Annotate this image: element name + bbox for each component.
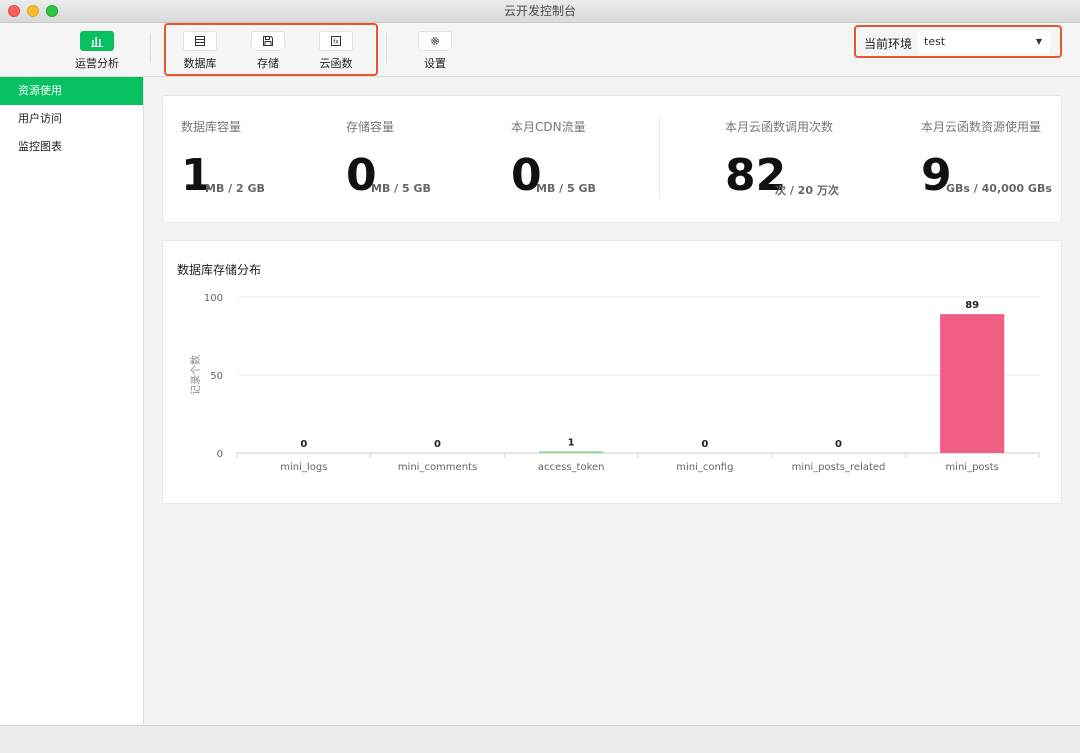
y-axis-label: 记录个数 bbox=[189, 355, 202, 395]
sidebar-item-label: 资源使用 bbox=[18, 84, 62, 97]
y-tick-label: 50 bbox=[210, 371, 223, 382]
chevron-down-icon: ▼ bbox=[1035, 37, 1042, 46]
sidebar-item-resource-usage[interactable]: 资源使用 bbox=[0, 77, 143, 105]
stat-unit: MB / 2 GB bbox=[205, 182, 265, 195]
x-tick-label: mini_posts bbox=[945, 462, 998, 473]
data-label: 89 bbox=[965, 300, 979, 311]
stat-label: 存储容量 bbox=[346, 120, 395, 134]
stat-unit: 次 / 20 万次 bbox=[775, 184, 839, 197]
data-label: 0 bbox=[300, 439, 307, 450]
analytics-button[interactable]: 运营分析 bbox=[67, 31, 127, 71]
sidebar: 资源使用 用户访问 监控图表 bbox=[0, 77, 144, 725]
window-titlebar: 云开发控制台 bbox=[0, 0, 1080, 23]
minimize-window-button[interactable] bbox=[27, 5, 39, 17]
cloud-functions-button[interactable]: fx 云函数 bbox=[306, 31, 366, 71]
toolbar-divider bbox=[386, 33, 387, 63]
save-disk-icon bbox=[251, 31, 285, 51]
y-tick-label: 100 bbox=[204, 293, 223, 304]
toolbar-divider bbox=[150, 33, 151, 63]
storage-button[interactable]: 存储 bbox=[238, 31, 298, 71]
analytics-label: 运营分析 bbox=[75, 57, 119, 70]
data-label: 0 bbox=[434, 439, 441, 450]
database-label: 数据库 bbox=[183, 57, 217, 70]
window-bottom-bar bbox=[0, 725, 1080, 753]
maximize-window-button[interactable] bbox=[46, 5, 58, 17]
svg-text:fx: fx bbox=[333, 39, 339, 46]
function-icon: fx bbox=[319, 31, 353, 51]
x-tick-label: access_token bbox=[538, 462, 605, 473]
main-content: 数据库容量 1 MB / 2 GB 存储容量 0 MB / 5 GB 本月CDN… bbox=[144, 77, 1080, 725]
cloud-functions-label: 云函数 bbox=[319, 57, 353, 70]
close-window-button[interactable] bbox=[8, 5, 20, 17]
x-tick-label: mini_comments bbox=[398, 462, 477, 473]
bar-chart: 0 50 100 记录个数 0 mini_logs 0 mini_comments 1 acces… bbox=[189, 293, 1040, 473]
stat-label: 本月云函数资源使用量 bbox=[921, 120, 1042, 134]
toolbar: 运营分析 数据库 存储 fx 云函数 设置 当前环境 test ▼ bbox=[0, 23, 1080, 77]
stats-card: 数据库容量 1 MB / 2 GB 存储容量 0 MB / 5 GB 本月CDN… bbox=[162, 95, 1062, 223]
data-label: 0 bbox=[835, 439, 842, 450]
database-icon bbox=[183, 31, 217, 51]
sidebar-item-monitoring-charts[interactable]: 监控图表 bbox=[0, 133, 143, 161]
env-label: 当前环境 bbox=[864, 37, 913, 51]
settings-button[interactable]: 设置 bbox=[405, 31, 465, 71]
stats-divider bbox=[659, 118, 660, 198]
stat-unit: MB / 5 GB bbox=[536, 182, 596, 195]
gear-icon bbox=[418, 31, 452, 51]
sidebar-item-label: 监控图表 bbox=[18, 140, 62, 153]
x-tick-label: mini_posts_related bbox=[792, 462, 886, 473]
stat-label: 本月云函数调用次数 bbox=[725, 120, 834, 134]
sidebar-item-label: 用户访问 bbox=[18, 112, 62, 125]
stat-label: 本月CDN流量 bbox=[511, 120, 586, 134]
storage-label: 存储 bbox=[257, 57, 279, 70]
y-tick-label: 0 bbox=[217, 449, 223, 460]
settings-label: 设置 bbox=[424, 57, 446, 70]
stat-unit: MB / 5 GB bbox=[371, 182, 431, 195]
stat-label: 数据库容量 bbox=[181, 120, 242, 134]
chart-card: 数据库存储分布 0 50 100 记录个数 0 mini_logs 0 mini_commen… bbox=[162, 240, 1062, 504]
database-button[interactable]: 数据库 bbox=[170, 31, 230, 71]
env-value: test bbox=[924, 35, 946, 48]
data-label: 0 bbox=[701, 439, 708, 450]
bar-chart-icon bbox=[80, 31, 114, 51]
x-tick-label: mini_logs bbox=[280, 462, 327, 473]
data-label: 1 bbox=[568, 437, 575, 448]
x-tick-label: mini_config bbox=[676, 462, 733, 473]
bar bbox=[940, 314, 1005, 453]
window-title: 云开发控制台 bbox=[503, 4, 576, 18]
sidebar-item-user-access[interactable]: 用户访问 bbox=[0, 105, 143, 133]
stat-unit: GBs / 40,000 GBs bbox=[946, 182, 1052, 195]
bar bbox=[539, 451, 604, 453]
env-select[interactable]: test ▼ bbox=[918, 31, 1050, 53]
